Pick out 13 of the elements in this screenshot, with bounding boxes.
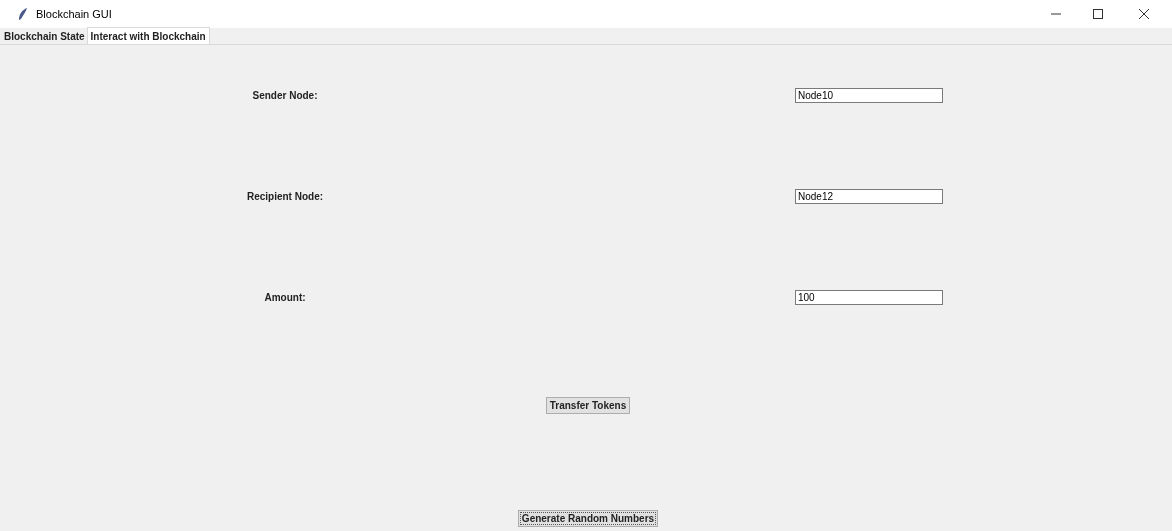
window-title: Blockchain GUI <box>36 6 112 22</box>
input-field[interactable]: Node12 <box>795 189 943 204</box>
field-label: Amount: <box>264 291 306 305</box>
action-button[interactable]: Transfer Tokens <box>545 397 631 414</box>
maximize-icon[interactable] <box>1092 8 1104 20</box>
tab[interactable]: Interact with Blockchain <box>86 27 210 44</box>
input-field[interactable]: Node10 <box>795 88 943 103</box>
field-label: Recipient Node: <box>246 190 324 204</box>
field-label: Sender Node: <box>252 89 318 103</box>
action-button[interactable]: Generate Random Numbers <box>517 510 659 527</box>
feather-icon <box>18 8 28 20</box>
input-field[interactable]: 100 <box>795 290 943 305</box>
close-icon[interactable] <box>1138 8 1150 20</box>
